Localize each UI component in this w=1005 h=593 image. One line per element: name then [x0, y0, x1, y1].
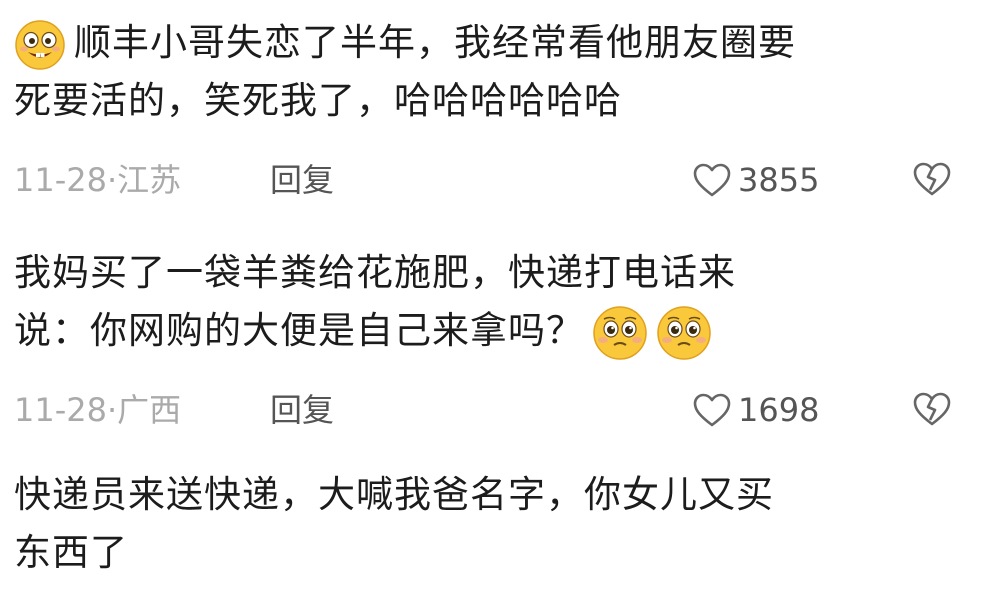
comment-meta: 11-28·江苏 回复 3855 [14, 158, 974, 202]
comment-line-text: 顺丰小哥失恋了半年，我经常看他朋友圈要 [74, 21, 796, 64]
comment-line: 我妈买了一袋羊粪给花施肥，快递打电话来 [14, 244, 974, 302]
reply-button[interactable]: 回复 [270, 158, 334, 202]
comment-line-text: 死要活的，笑死我了，哈哈哈哈哈哈 [14, 79, 622, 122]
reply-button[interactable]: 回复 [270, 388, 334, 432]
comment-line: 东西了 [14, 524, 974, 582]
heart-outline-icon [693, 393, 731, 427]
comment-line-text: 说：你网购的大便是自己来拿吗？ [14, 309, 584, 352]
comment-text: 顺丰小哥失恋了半年，我经常看他朋友圈要 死要活的，笑死我了，哈哈哈哈哈哈 [14, 14, 974, 130]
comment-line: 死要活的，笑死我了，哈哈哈哈哈哈 [14, 72, 974, 130]
comment-line: 说：你网购的大便是自己来拿吗？ [14, 302, 974, 360]
like-count: 3855 [738, 161, 820, 199]
like-button[interactable]: 3855 [692, 158, 819, 202]
comment-line: 顺丰小哥失恋了半年，我经常看他朋友圈要 [14, 14, 974, 72]
pleading-face-emoji [657, 305, 711, 360]
comment-line-text: 东西了 [14, 531, 128, 574]
comment-line-text: 我妈买了一袋羊粪给花施肥，快递打电话来 [14, 251, 736, 294]
broken-heart-icon[interactable] [912, 390, 952, 428]
pleading-face-emoji [593, 305, 647, 360]
grinning-face-emoji [15, 19, 65, 70]
like-button[interactable]: 1698 [692, 388, 819, 432]
comment-text: 我妈买了一袋羊粪给花施肥，快递打电话来 说：你网购的大便是自己来拿吗？ [14, 244, 974, 360]
like-count: 1698 [738, 391, 820, 429]
comment-text: 快递员来送快递，大喊我爸名字，你女儿又买 东西了 [14, 466, 974, 582]
broken-heart-icon[interactable] [912, 160, 952, 198]
heart-outline-icon [693, 163, 731, 197]
comment-line: 快递员来送快递，大喊我爸名字，你女儿又买 [14, 466, 974, 524]
comment-meta: 11-28·广西 回复 1698 [14, 388, 974, 432]
comment-date-location: 11-28·江苏 [14, 161, 182, 199]
comment-date-location: 11-28·广西 [14, 391, 182, 429]
comment-line-text: 快递员来送快递，大喊我爸名字，你女儿又买 [14, 473, 774, 516]
